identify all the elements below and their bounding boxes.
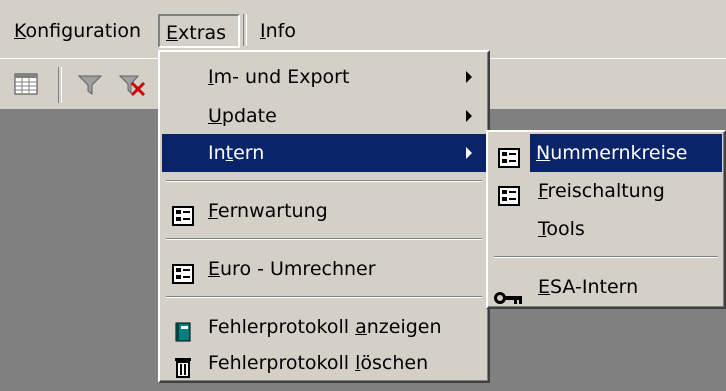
extras-menu: Im- und Export Update Intern Fernwartung… [158,50,490,383]
submenu-arrow-icon [466,147,472,159]
form-icon [498,181,520,206]
menu-konfiguration[interactable]: Konfiguration [8,14,154,48]
menu-item-fehlerprotokoll-loeschen[interactable]: Fehlerprotokoll löschen [162,344,486,382]
menu-item-nummernkreise[interactable]: Nummernkreise [490,134,722,172]
intern-submenu: Nummernkreise Freischaltung Tools ESA-In… [486,130,726,309]
table-icon[interactable] [12,71,40,97]
key-icon [494,280,522,304]
filter-icon[interactable] [76,71,104,97]
menu-info[interactable]: Info [254,14,314,48]
filter-remove-icon[interactable] [118,71,146,97]
menu-item-tools[interactable]: Tools [490,210,722,248]
menu-item-fernwartung[interactable]: Fernwartung [162,192,486,230]
form-icon [172,259,194,284]
menu-extras[interactable]: Extras [158,14,240,48]
menu-item-fehlerprotokoll-anzeigen[interactable]: Fehlerprotokoll anzeigen [162,308,486,346]
form-icon [498,143,520,168]
menu-item-update[interactable]: Update [162,97,486,135]
menu-separator [494,256,718,258]
submenu-arrow-icon [466,110,472,122]
menubar-separator [243,14,247,46]
menu-item-euro-umrechner[interactable]: Euro - Umrechner [162,250,486,288]
menu-item-intern[interactable]: Intern [162,134,486,172]
form-icon [172,201,194,226]
menu-separator [166,180,482,182]
trash-icon [172,353,194,378]
submenu-arrow-icon [466,71,472,83]
toolbar-separator [58,67,62,103]
menu-separator [166,296,482,298]
book-icon [172,317,194,342]
menu-separator [166,238,482,240]
menu-item-im-export[interactable]: Im- und Export [162,58,486,96]
menu-item-freischaltung[interactable]: Freischaltung [490,172,722,210]
menu-item-esa-intern[interactable]: ESA-Intern [490,268,722,306]
